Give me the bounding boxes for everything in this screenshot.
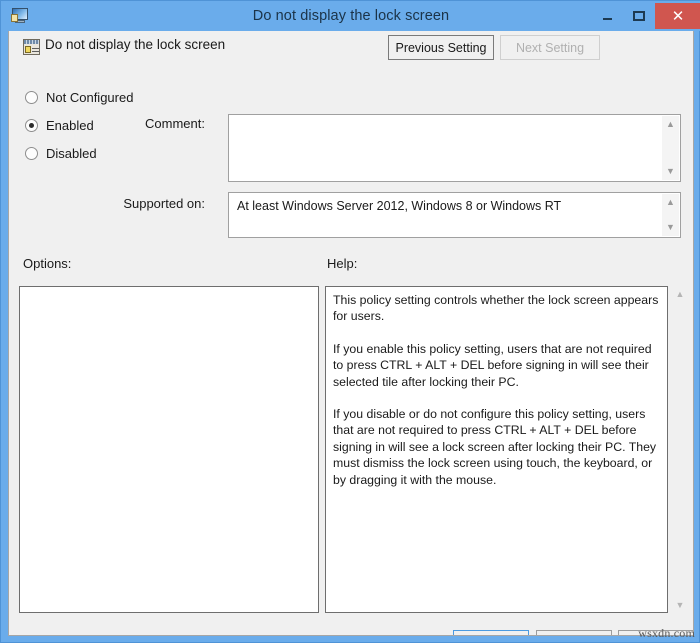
supported-on-value: At least Windows Server 2012, Windows 8 … — [237, 199, 562, 213]
help-text: This policy setting controls whether the… — [326, 287, 667, 493]
options-label: Options: — [23, 256, 72, 271]
supported-on-scroll-down-icon[interactable]: ▼ — [662, 219, 679, 236]
radio-not-configured-indicator — [25, 90, 38, 104]
comment-scroll-up-icon[interactable]: ▲ — [662, 116, 679, 133]
close-button[interactable]: ✕ — [655, 3, 700, 29]
radio-not-configured-label: Not Configured — [46, 89, 134, 105]
comment-label: Comment: — [145, 116, 205, 131]
help-scroll-up-icon[interactable]: ▲ — [672, 286, 688, 302]
comment-scrollbar[interactable]: ▲ ▼ — [662, 116, 679, 180]
radio-not-configured[interactable]: Not Configured — [25, 83, 133, 111]
supported-on-scrollbar[interactable]: ▲ ▼ — [662, 194, 679, 236]
radio-disabled-indicator — [25, 146, 38, 160]
maximize-icon — [633, 11, 645, 21]
ok-button[interactable]: OK — [453, 630, 529, 635]
help-label: Help: — [327, 256, 358, 271]
supported-on-field: At least Windows Server 2012, Windows 8 … — [228, 192, 681, 238]
dialog-client-area: Do not display the lock screen Previous … — [8, 31, 694, 636]
previous-setting-button[interactable]: Previous Setting — [388, 35, 494, 60]
next-setting-button[interactable]: Next Setting — [500, 35, 600, 60]
radio-enabled-label: Enabled — [46, 117, 94, 133]
group-policy-window-icon — [10, 7, 30, 25]
minimize-icon — [602, 17, 612, 20]
watermark: wsxdn.com — [638, 626, 695, 640]
help-pane: This policy setting controls whether the… — [325, 286, 668, 613]
comment-scroll-down-icon[interactable]: ▼ — [662, 163, 679, 180]
policy-setting-window: Do not display the lock screen ✕ Do not … — [0, 0, 700, 643]
help-paragraph: If you enable this policy setting, users… — [333, 341, 652, 389]
policy-setting-icon — [23, 39, 40, 55]
title-bar[interactable]: Do not display the lock screen ✕ — [1, 1, 700, 31]
cancel-button[interactable]: Cancel — [536, 630, 612, 635]
radio-enabled-indicator — [25, 118, 38, 132]
help-scrollbar[interactable]: ▲ ▼ — [672, 286, 688, 613]
close-icon: ✕ — [671, 7, 685, 25]
help-scroll-down-icon[interactable]: ▼ — [672, 597, 688, 613]
policy-title: Do not display the lock screen — [45, 37, 226, 52]
policy-header-row: Do not display the lock screen Previous … — [9, 31, 693, 67]
minimize-button[interactable] — [591, 3, 623, 29]
maximize-button[interactable] — [623, 3, 655, 29]
radio-disabled-label: Disabled — [46, 145, 97, 161]
help-paragraph: This policy setting controls whether the… — [333, 293, 659, 324]
window-controls: ✕ — [591, 3, 700, 29]
supported-on-scroll-up-icon[interactable]: ▲ — [662, 194, 679, 211]
supported-on-label: Supported on: — [123, 196, 205, 211]
options-pane[interactable] — [19, 286, 319, 613]
radio-disabled[interactable]: Disabled — [25, 139, 133, 167]
comment-input[interactable]: ▲ ▼ — [228, 114, 681, 182]
help-paragraph: If you disable or do not configure this … — [333, 407, 657, 487]
